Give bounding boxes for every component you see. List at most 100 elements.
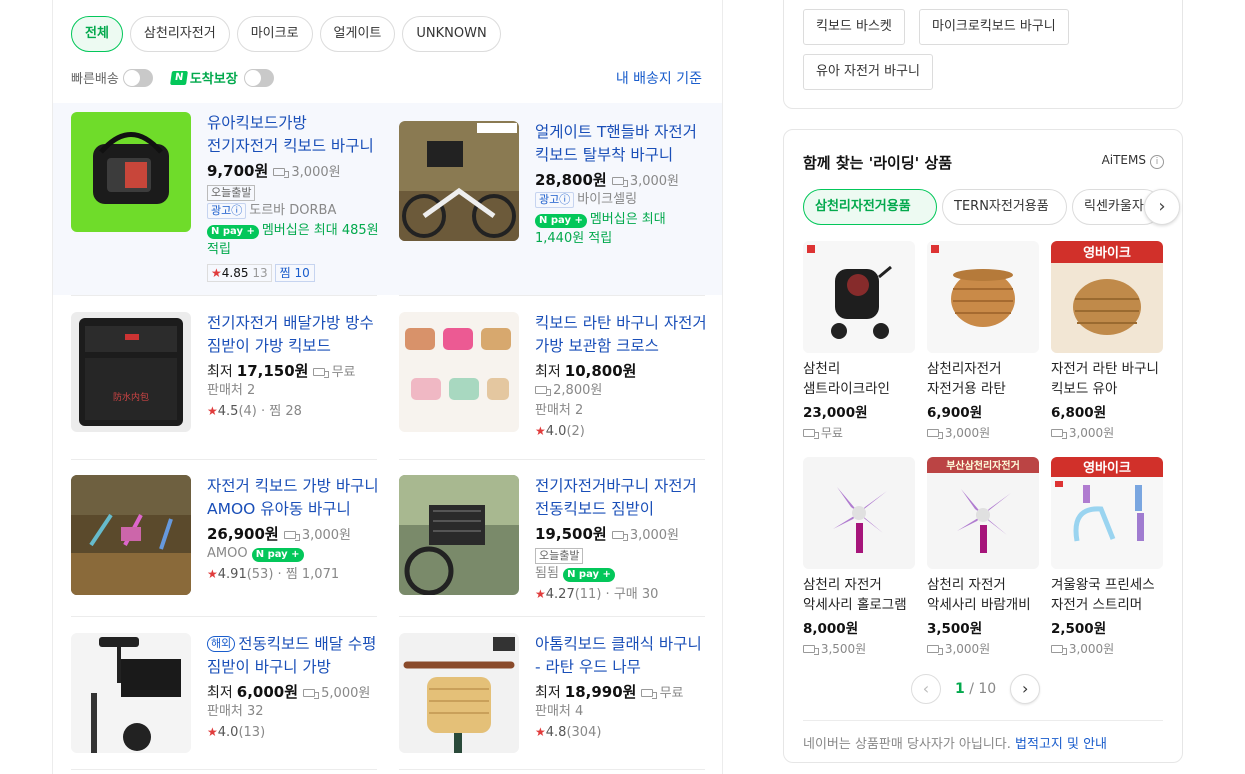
rec-item-name[interactable]: 삼천리 샘트라이크라인 전제품 레인커버 <box>803 359 915 399</box>
seller-count[interactable]: 판매처 32 <box>207 702 379 722</box>
npay-icon: N pay + <box>251 548 304 562</box>
rec-item-shipping: 3,000원 <box>927 640 1039 657</box>
arrival-guarantee-toggle[interactable] <box>243 68 274 87</box>
rec-item-name[interactable]: 자전거 라탄 바구니 킥보드 유아 <box>1051 359 1163 399</box>
rec-item[interactable]: 영바이크 자전거 라탄 바구니 킥보드 유아 6,800원 3,000원 <box>1051 241 1163 441</box>
fast-delivery-label: 빠른배송 <box>71 72 119 87</box>
rec-item-shipping: 3,000원 <box>1051 640 1163 657</box>
rec-item-price: 8,000원 <box>803 621 859 637</box>
seller-name[interactable]: 됨됨 <box>535 566 559 581</box>
product-title[interactable]: 자전거 킥보드 가방 바구니 AMOO 유아동 바구니 <box>207 475 379 521</box>
rec-item-name[interactable]: 삼천리 자전거 악세사리 홀로그램 바람개비 <box>803 575 915 615</box>
product-price: 28,800원 <box>535 171 607 189</box>
rec-item-name[interactable]: 겨울왕국 프린세스 자전거 스트리머 <box>1051 575 1163 615</box>
seller-count[interactable]: 판매처 2 <box>535 401 707 421</box>
chip-ergate[interactable]: 얼게이트 <box>319 16 396 52</box>
truck-icon <box>611 531 628 541</box>
rec-item[interactable]: 부산삼천리자전거 삼천리 자전거 악세사리 바람개비 3,500원 3,000원 <box>927 457 1039 657</box>
rec-item-price: 3,500원 <box>927 621 983 637</box>
divider <box>71 769 377 770</box>
product-title[interactable]: 얼게이트 T핸들바 자전거 킥보드 탈부착 바구니 <box>535 121 707 167</box>
product-image[interactable] <box>399 475 519 595</box>
shop-logo-text: 영바이크 <box>1083 460 1131 476</box>
shipping-fee: 5,000원 <box>303 682 370 701</box>
seller-name[interactable]: 바이크셀링 <box>577 192 637 207</box>
product-image[interactable] <box>71 112 191 232</box>
product-image[interactable] <box>71 633 191 753</box>
chevron-left-icon[interactable]: ‹ <box>911 674 941 704</box>
svg-text:防水内包: 防水内包 <box>113 391 149 403</box>
rec-item-image[interactable]: 영바이크 <box>1051 241 1163 353</box>
seller-count[interactable]: 판매처 4 <box>535 702 707 722</box>
truck-icon <box>803 429 819 439</box>
star-icon: ★ <box>535 587 546 601</box>
chevron-right-icon[interactable]: › <box>1144 189 1180 225</box>
product-price: 6,000원 <box>236 683 299 701</box>
rating-badge: ★4.85 13 <box>207 264 272 282</box>
shipping-address-link[interactable]: 내 배송지 기준 <box>616 68 702 88</box>
chip-unknown[interactable]: UNKNOWN <box>402 16 501 52</box>
truck-icon <box>803 645 819 655</box>
rec-item-name[interactable]: 삼천리자전거 자전거용 라탄 바구니 <box>927 359 1039 399</box>
rec-item-price: 2,500원 <box>1051 621 1107 637</box>
shipping-fee: 3,000원 <box>611 524 679 543</box>
shop-logo-text: 영바이크 <box>1083 245 1131 261</box>
rec-item-image[interactable] <box>803 457 915 569</box>
aitems-label[interactable]: AiTEMS i <box>1102 153 1164 169</box>
rec-tab-tern[interactable]: TERN자전거용품 <box>942 189 1067 225</box>
chip-all[interactable]: 전체 <box>71 16 123 52</box>
seller-name[interactable]: AMOO <box>207 546 248 561</box>
truck-icon <box>313 368 330 378</box>
info-icon[interactable]: i <box>1150 155 1164 169</box>
product-info: 전기자전거 배달가방 방수 짐받이 가방 킥보드 최저 17,150원 무료 판매… <box>207 312 379 422</box>
rec-item[interactable]: 삼천리 샘트라이크라인 전제품 레인커버 23,000원 무료 <box>803 241 915 441</box>
product-title[interactable]: 전기자전거 배달가방 방수 짐받이 가방 킥보드 <box>207 312 379 358</box>
legal-notice-link[interactable]: 법적고지 및 안내 <box>1015 737 1107 752</box>
chip-micro[interactable]: 마이크로 <box>236 16 313 52</box>
keyword-chip[interactable]: 킥보드 바스켓 <box>803 9 905 45</box>
product-image[interactable]: 防水内包 <box>71 312 191 432</box>
rec-item-image[interactable] <box>803 241 915 353</box>
star-icon: ★ <box>207 725 218 739</box>
product-image[interactable] <box>71 475 191 595</box>
product-price: 18,990원 <box>564 683 637 701</box>
rec-item[interactable]: 영바이크 겨울왕국 프린세스 자전거 스트리머 2,500원 3,000원 <box>1051 457 1163 657</box>
rec-item-price: 6,800원 <box>1051 405 1107 421</box>
product-info: 얼게이트 T핸들바 자전거 킥보드 탈부착 바구니 28,800원 3,000원… <box>535 121 707 248</box>
purchase-count: 구매 30 <box>613 587 659 602</box>
keyword-chip[interactable]: 마이크로킥보드 바구니 <box>919 9 1069 45</box>
keyword-chip[interactable]: 유아 자전거 바구니 <box>803 54 933 90</box>
rec-item-image[interactable]: 영바이크 <box>1051 457 1163 569</box>
legal-disclaimer: 네이버는 상품판매 당사자가 아닙니다. 법적고지 및 안내 <box>803 720 1163 752</box>
product-image[interactable] <box>399 633 519 753</box>
rec-item-shipping: 3,500원 <box>803 640 915 657</box>
seller-count[interactable]: 판매처 2 <box>207 381 379 401</box>
rec-item[interactable]: 삼천리 자전거 악세사리 홀로그램 바람개비 8,000원 3,500원 <box>803 457 915 657</box>
rec-item-image[interactable]: 부산삼천리자전거 <box>927 457 1039 569</box>
naver-n-icon: N <box>169 70 188 85</box>
seller-name[interactable]: 도르바 DORBA <box>249 203 336 218</box>
rec-tab-samchuly[interactable]: 삼천리자전거용품 <box>803 189 937 225</box>
product-image[interactable] <box>399 121 519 241</box>
chip-samchuly[interactable]: 삼천리자전거 <box>129 16 230 52</box>
chevron-right-icon[interactable]: › <box>1010 674 1041 704</box>
rec-item-name[interactable]: 삼천리 자전거 악세사리 바람개비 <box>927 575 1039 615</box>
rec-item-shipping: 3,000원 <box>1051 424 1163 441</box>
product-price: 10,800원 <box>564 362 637 380</box>
product-title[interactable]: 아톰킥보드 클래식 바구니 - 라탄 우드 나무 <box>535 633 707 679</box>
divider <box>71 459 377 460</box>
product-title[interactable]: 해외 전동킥보드 배달 수평 짐받이 바구니 가방 <box>207 633 379 679</box>
rec-item-image[interactable] <box>927 241 1039 353</box>
truck-icon <box>611 177 628 187</box>
rec-item[interactable]: 삼천리자전거 자전거용 라탄 바구니 6,900원 3,000원 <box>927 241 1039 441</box>
product-image[interactable] <box>399 312 519 432</box>
product-title[interactable]: 유아킥보드가방 전기자전거 킥보드 바구니 <box>207 112 379 158</box>
overseas-badge: 해외 <box>207 636 236 652</box>
truck-icon <box>283 531 300 541</box>
ad-badge[interactable]: 광고ⓘ <box>207 203 247 219</box>
related-keywords-card: 킥보드 바스켓 마이크로킥보드 바구니 유아 자전거 바구니 <box>783 0 1183 109</box>
product-title[interactable]: 전기자전거바구니 자전거 전동킥보드 짐받이 <box>535 475 707 521</box>
product-title[interactable]: 킥보드 라탄 바구니 자전거 가방 보관함 크로스 <box>535 312 707 358</box>
fast-delivery-toggle[interactable] <box>122 68 153 87</box>
ad-badge[interactable]: 광고ⓘ <box>535 192 575 208</box>
